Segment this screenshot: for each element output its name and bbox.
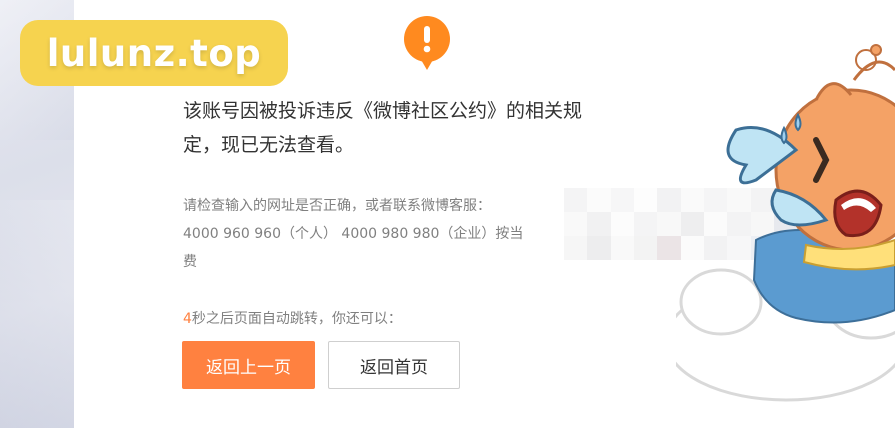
hint-line-3: 费 xyxy=(183,254,197,270)
title-line-1: 该账号因被投诉违反《微博社区公约》的相关规 xyxy=(183,100,583,122)
hint-line-1: 请检查输入的网址是否正确，或者联系微博客服： xyxy=(183,198,491,214)
back-button[interactable]: 返回上一页 xyxy=(182,341,315,389)
countdown-text: 4秒之后页面自动跳转，你还可以： xyxy=(183,308,402,328)
exclamation-icon xyxy=(404,16,450,70)
countdown-message: 秒之后页面自动跳转，你还可以： xyxy=(191,311,402,327)
watermark-text: lulunz.top xyxy=(46,31,262,75)
contact-hint: 请检查输入的网址是否正确，或者联系微博客服： 4000 960 960（个人） … xyxy=(183,192,563,276)
crying-mascot-illustration xyxy=(676,44,895,402)
strip-facet-bottom xyxy=(0,200,74,428)
countdown-seconds: 4 xyxy=(183,311,192,327)
watermark-badge: lulunz.top xyxy=(20,20,288,86)
title-line-2: 定，现已无法查看。 xyxy=(183,134,355,156)
message-title: 该账号因被投诉违反《微博社区公约》的相关规 定，现已无法查看。 xyxy=(183,94,653,162)
home-button[interactable]: 返回首页 xyxy=(328,341,460,389)
hint-line-2: 4000 960 960（个人） 4000 980 980（企业）按当 xyxy=(183,226,524,242)
